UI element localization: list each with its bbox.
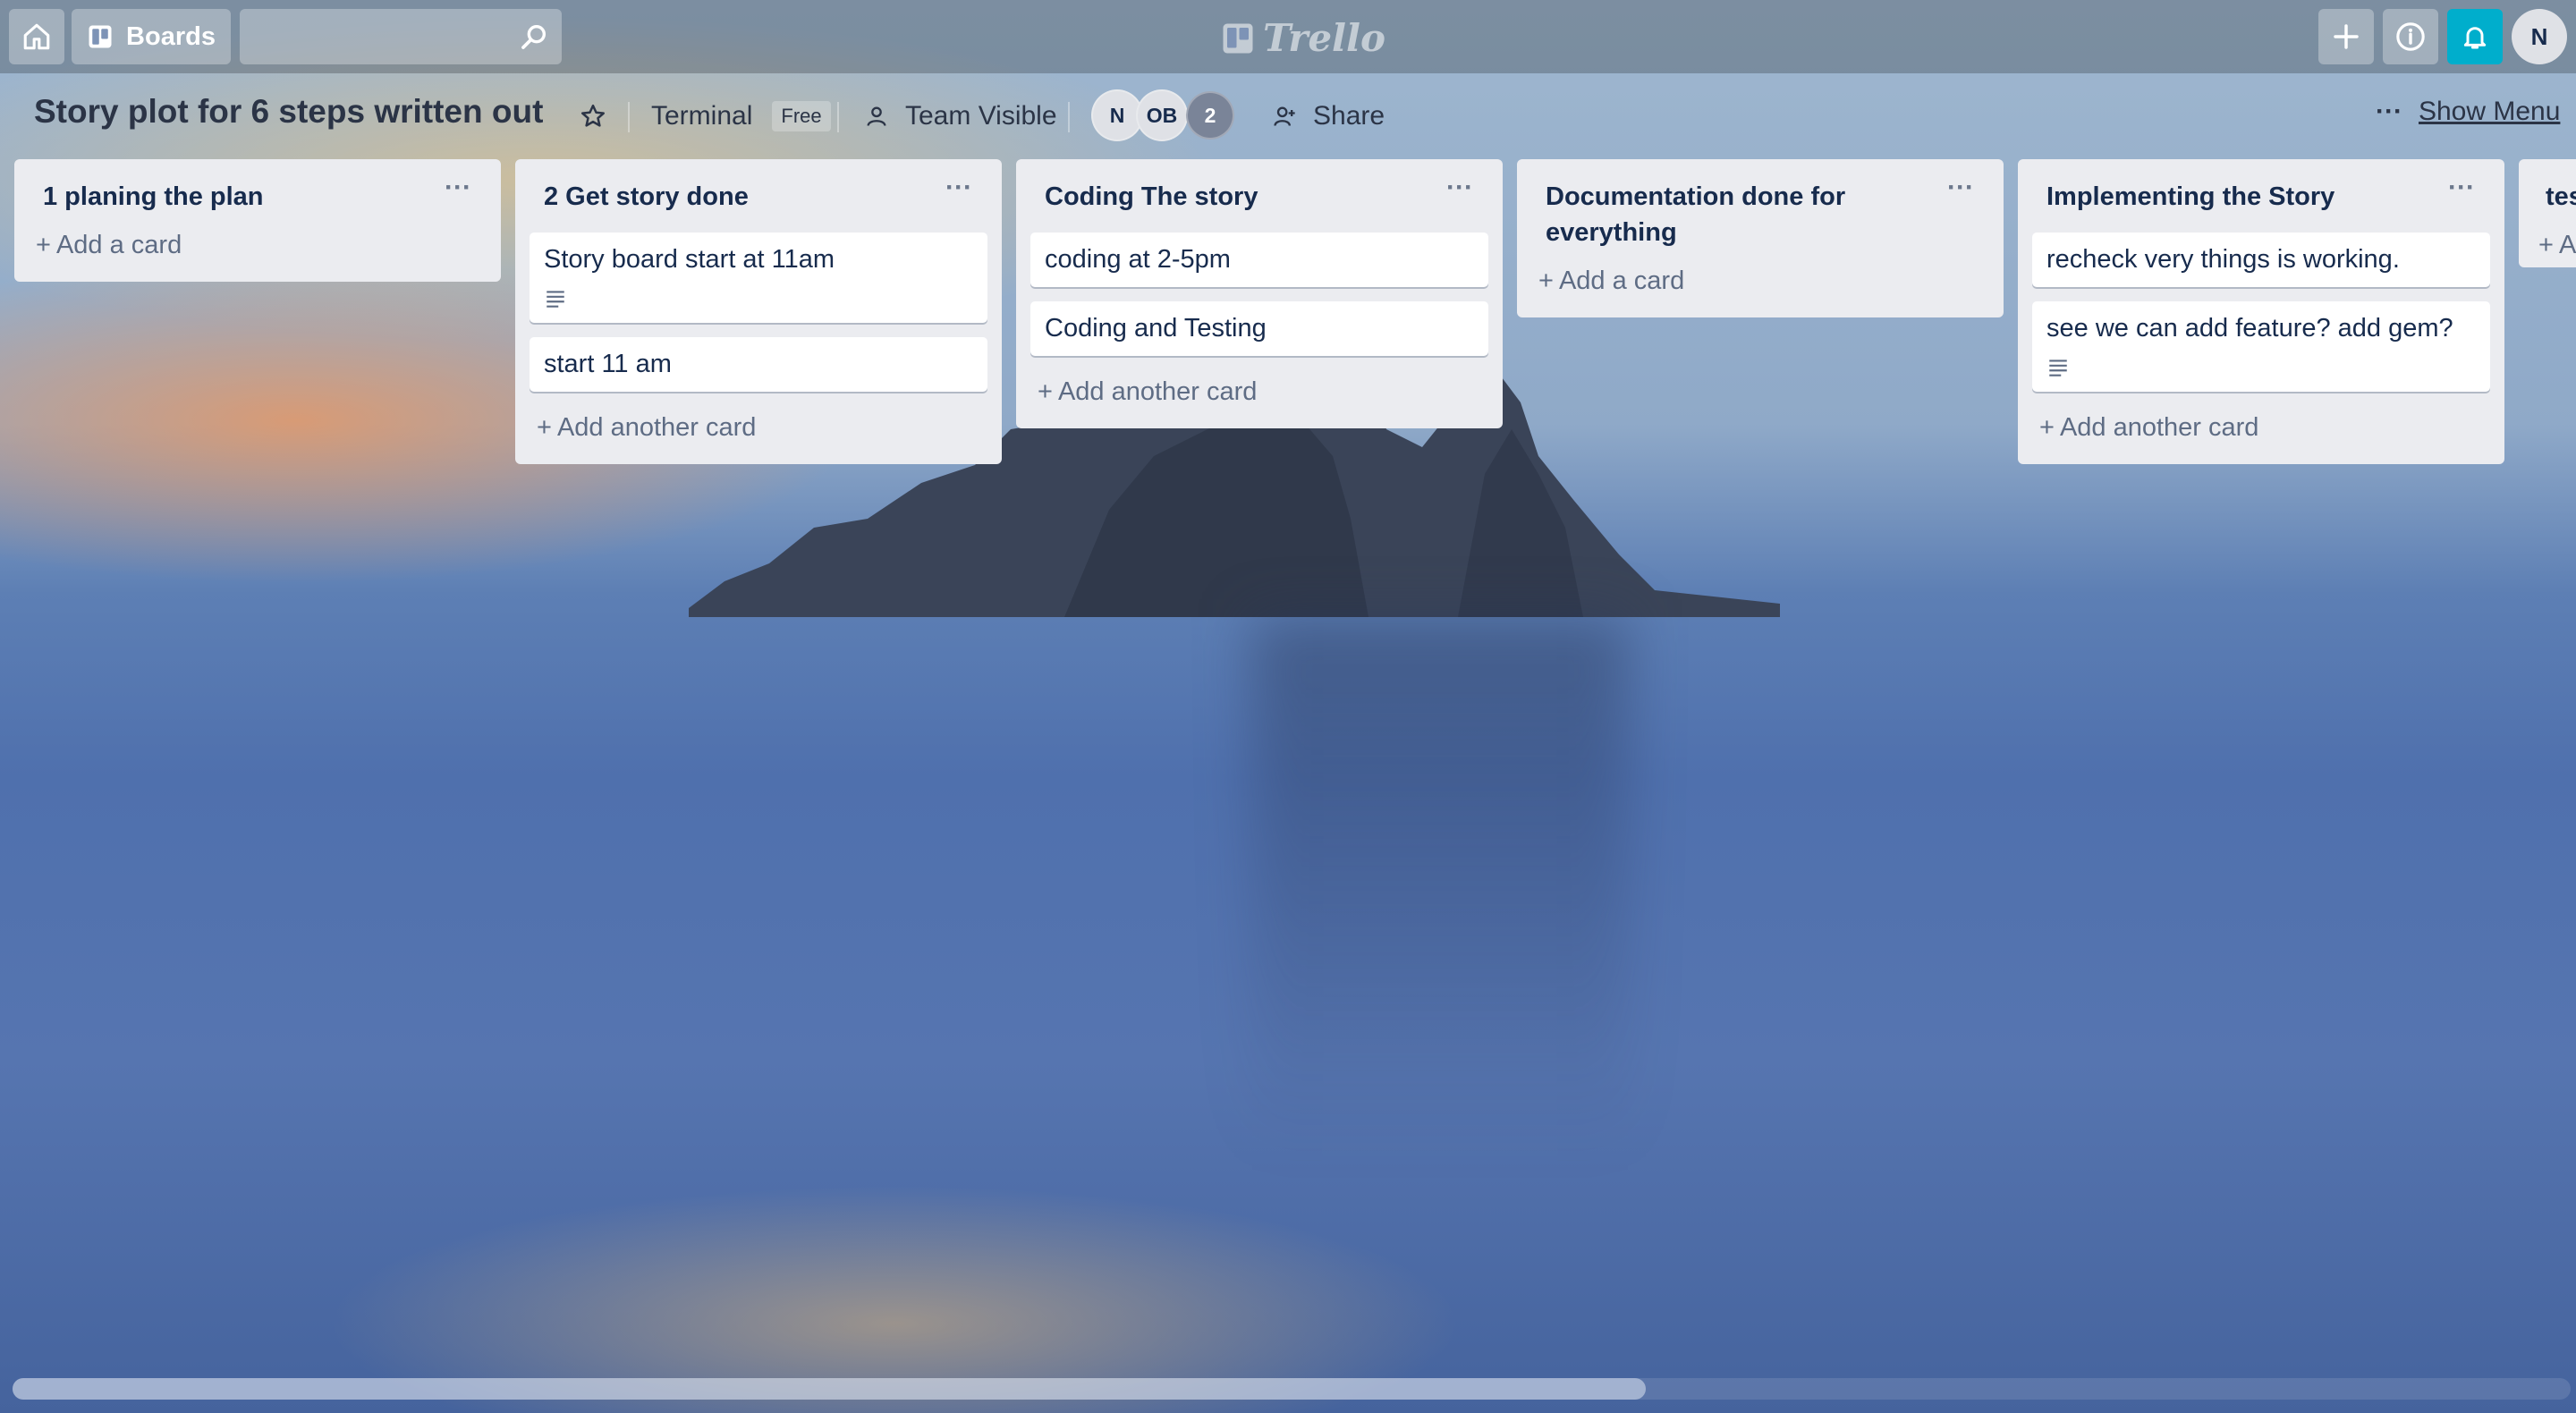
search-input[interactable] [240,9,562,64]
card-title: Coding and Testing [1045,314,1267,343]
list-title[interactable]: tes [2519,159,2576,215]
star-board-button[interactable] [580,97,606,136]
list-title[interactable]: 2 Get story done ··· [530,159,987,215]
create-button[interactable] [2318,9,2374,64]
home-button[interactable] [9,9,64,64]
show-menu-label: Show Menu [2418,97,2561,126]
share-button[interactable]: Share [1272,97,1385,136]
ellipsis-icon: ··· [2376,97,2402,126]
list: 2 Get story done ··· Story board start at… [515,159,1002,464]
list-title[interactable]: Coding The story ··· [1030,159,1488,215]
description-icon [2049,360,2067,377]
search-icon[interactable] [519,21,549,52]
card[interactable]: Coding and Testing [1030,301,1488,356]
list-title[interactable]: 1 planing the plan ··· [29,159,487,215]
star-icon [581,104,605,127]
plus-icon: + [2039,413,2055,442]
rock-reflection [1252,617,1628,1154]
plus-icon: + [537,413,552,442]
list: Coding The story ··· coding at 2-5pm Codi… [1016,159,1503,428]
card[interactable]: Story board start at 11am [530,233,987,323]
add-card-button[interactable]: + Add another card [530,406,987,450]
card[interactable]: coding at 2-5pm [1030,233,1488,287]
trello-logo[interactable]: Trello [1222,16,1385,60]
member-avatar[interactable]: OB [1136,89,1188,141]
card[interactable]: see we can add feature? add gem? [2032,301,2490,392]
list: Implementing the Story ··· recheck very t… [2018,159,2504,464]
plus-icon: + [2538,231,2554,259]
team-button[interactable]: Terminal Free [651,97,831,136]
list-menu-icon[interactable]: ··· [941,174,977,206]
top-navigation-bar: Boards Trello N [0,0,2576,73]
list-partial: tes + A [2519,159,2576,267]
header-divider [837,102,839,132]
show-menu-button[interactable]: ··· Show Menu [2376,97,2560,127]
search-field[interactable] [240,9,562,64]
card[interactable]: start 11 am [530,337,987,392]
add-card-button[interactable]: + Add a card [29,224,487,267]
add-card-button[interactable]: + A [2519,224,2576,267]
notifications-button[interactable] [2447,9,2503,64]
horizontal-scrollbar-thumb[interactable] [13,1378,1646,1400]
list: 1 planing the plan ··· + Add a card [14,159,501,282]
info-button[interactable] [2383,9,2438,64]
more-members-count[interactable]: 2 [1186,91,1234,140]
team-icon [867,106,886,126]
list-menu-icon[interactable]: ··· [440,174,476,206]
list-title[interactable]: Implementing the Story ··· [2032,159,2490,215]
list-menu-icon[interactable]: ··· [1943,174,1979,206]
share-icon [1274,106,1295,126]
share-label: Share [1313,101,1385,131]
plan-badge: Free [772,101,831,131]
team-name: Terminal [651,101,753,131]
add-card-button[interactable]: + Add another card [2032,406,2490,450]
plus-icon: + [1538,267,1554,295]
bell-icon [2463,27,2487,49]
card[interactable]: recheck very things is working. [2032,233,2490,287]
header-divider [628,102,630,132]
boards-button[interactable]: Boards [72,9,231,64]
info-icon [2396,22,2425,51]
visibility-label: Team Visible [905,101,1057,131]
home-icon [23,23,50,50]
plus-icon: + [1038,377,1053,406]
list-title[interactable]: Documentation done for everything ··· [1531,159,1989,250]
description-icon [547,291,564,308]
card-title: recheck very things is working. [2046,245,2400,274]
add-card-button[interactable]: + Add a card [1531,259,1989,303]
visibility-button[interactable]: Team Visible [864,97,1057,136]
header-divider [1068,102,1070,132]
trello-logo-icon [1223,23,1253,53]
card-title: coding at 2-5pm [1045,245,1231,274]
card-title: start 11 am [544,350,672,378]
boards-button-label: Boards [126,21,216,51]
card-title: see we can add feature? add gem? [2046,314,2453,343]
list-menu-icon[interactable]: ··· [1442,174,1478,206]
board-title[interactable]: Story plot for 6 steps written out [34,93,543,131]
list-menu-icon[interactable]: ··· [2444,174,2479,206]
add-card-button[interactable]: + Add another card [1030,370,1488,414]
card-title: Story board start at 11am [544,245,835,274]
board-icon [89,25,112,48]
plus-icon: + [36,231,51,259]
trello-logo-text: Trello [1263,16,1385,60]
plus-icon [2334,24,2359,49]
user-avatar[interactable]: N [2512,9,2567,64]
list: Documentation done for everything ··· + Ad… [1517,159,2004,317]
